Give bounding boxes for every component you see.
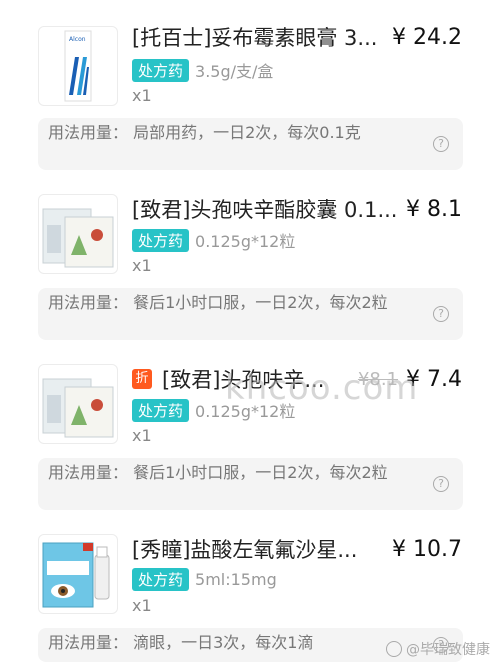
usage-dosage: 用法用量： 局部用药，一日2次，每次0.1克 ? bbox=[38, 118, 463, 170]
product-title[interactable]: [致君]头孢呋辛酯胶囊 0.1... bbox=[132, 194, 398, 224]
usage-text: 用法用量： 滴眼，一日3次，每次1滴 bbox=[48, 633, 314, 652]
logo-icon bbox=[386, 641, 402, 657]
product-quantity: x1 bbox=[132, 86, 152, 105]
product-image[interactable] bbox=[38, 364, 118, 444]
product-price: ¥ 10.7 bbox=[392, 536, 462, 562]
product-image[interactable] bbox=[38, 534, 118, 614]
help-icon[interactable]: ? bbox=[433, 476, 449, 492]
product-spec: 3.5g/支/盒 bbox=[195, 62, 274, 81]
svg-text:Alcon: Alcon bbox=[69, 36, 86, 43]
product-quantity: x1 bbox=[132, 596, 152, 615]
prescription-badge: 处方药 bbox=[132, 568, 190, 591]
discount-badge: 折 bbox=[132, 369, 152, 389]
product-price: ¥ 24.2 bbox=[392, 24, 462, 50]
usage-dosage: 用法用量： 餐后1小时口服，一日2次，每次2粒 ? bbox=[38, 458, 463, 510]
product-quantity: x1 bbox=[132, 426, 152, 445]
product-price: ¥ 8.1 bbox=[406, 196, 462, 222]
prescription-badge: 处方药 bbox=[132, 58, 190, 82]
footer-watermark-text: @毕瑞致健康 bbox=[406, 642, 490, 658]
product-image[interactable]: Alcon bbox=[38, 26, 118, 106]
help-icon[interactable]: ? bbox=[433, 136, 449, 152]
footer-watermark: @毕瑞致健康 bbox=[386, 639, 490, 659]
help-icon[interactable]: ? bbox=[433, 306, 449, 322]
watermark: khcoo.com bbox=[225, 368, 419, 408]
usage-text: 用法用量： 局部用药，一日2次，每次0.1克 bbox=[48, 123, 361, 142]
product-title[interactable]: [托百士]妥布霉素眼膏 3... bbox=[132, 22, 384, 52]
product-spec: 5ml:15mg bbox=[195, 570, 277, 589]
usage-dosage: 用法用量： 餐后1小时口服，一日2次，每次2粒 ? bbox=[38, 288, 463, 340]
prescription-badge: 处方药 bbox=[132, 228, 190, 252]
usage-text: 用法用量： 餐后1小时口服，一日2次，每次2粒 bbox=[48, 293, 388, 312]
product-quantity: x1 bbox=[132, 256, 152, 275]
prescription-badge: 处方药 bbox=[132, 398, 190, 422]
usage-text: 用法用量： 餐后1小时口服，一日2次，每次2粒 bbox=[48, 463, 388, 482]
product-spec: 0.125g*12粒 bbox=[195, 232, 296, 251]
product-image[interactable] bbox=[38, 194, 118, 274]
product-title[interactable]: [秀瞳]盐酸左氧氟沙星... bbox=[132, 534, 384, 564]
